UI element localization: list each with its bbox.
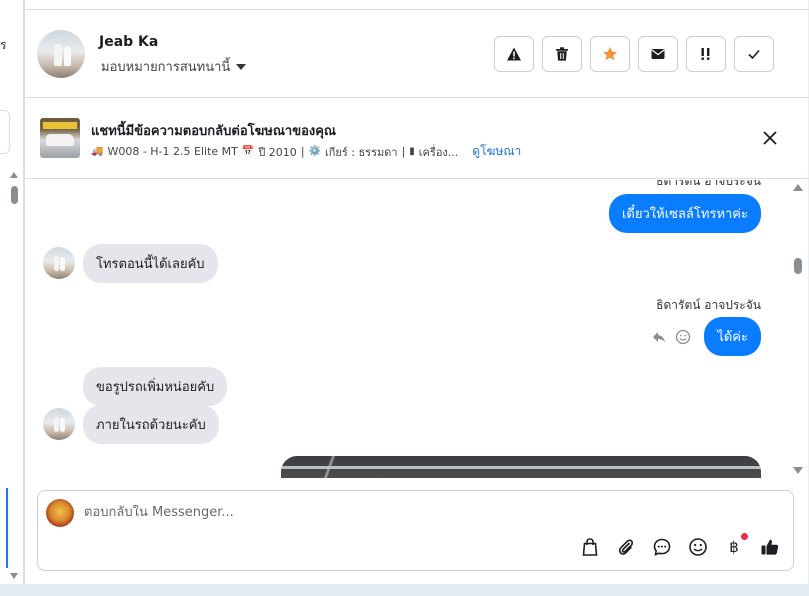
ad-engine: เครื่อง... [418,145,459,159]
reply-input[interactable] [84,505,764,520]
scrollbar-thumb[interactable] [794,258,802,274]
spam-button[interactable] [686,36,726,72]
attach-button[interactable] [616,537,636,557]
star-button[interactable] [590,36,630,72]
message-composer: ฿ [37,490,794,571]
spam-icon [701,48,710,60]
emoji-button[interactable] [688,537,708,557]
contact-name[interactable]: Jeab Ka [99,34,158,50]
assign-label: มอบหมายการสนทนานี้ [101,60,231,75]
warning-icon [507,47,521,61]
paperclip-icon [618,539,633,555]
message-bubble-outgoing[interactable]: เดี๋ยวให้เซลล์โทรหาค่ะ [608,194,761,233]
contact-avatar-small [43,247,75,279]
sender-name: ธิดารัตน์ อาจประจัน [656,298,761,312]
message-bubble-outgoing[interactable]: ได้ค่ะ [704,317,761,356]
sender-name: ธิดารัตน์ อาจประจัน [656,180,761,188]
chat-panel: Jeab Ka มอบหมายการสนทนานี้ แชทนี้มีข้อคว… [24,0,809,584]
report-button[interactable] [494,36,534,72]
ad-details: 🚚 W008 - H-1 2.5 Elite MT 📅 ปี 2010 | ⚙️… [91,142,521,161]
ad-gear: เกียร์ : ธรรมดา [324,145,398,159]
calendar-icon: 📅 [241,146,255,157]
message-thread: ธิดารัตน์ อาจประจัน เดี๋ยวให้เซลล์โทรหาค… [25,180,809,478]
ad-reply-banner: แชทนี้มีข้อความตอบกลับต่อโฆษณาของคุณ 🚚 W… [25,99,809,179]
ad-thumbnail[interactable] [40,118,80,158]
payment-button[interactable]: ฿ [724,533,748,557]
check-icon [748,49,760,60]
scroll-down-arrow-icon[interactable] [10,573,18,579]
chat-bubble-icon [653,538,671,556]
baht-icon: ฿ [729,538,739,556]
page-avatar [46,499,74,527]
saved-replies-button[interactable] [652,537,672,557]
composer-tools: ฿ [580,533,780,557]
thumbs-up-icon [761,539,779,555]
engine-icon: ▮ [409,146,415,157]
ad-model: W008 - H-1 2.5 Elite MT [107,145,238,158]
view-ad-link[interactable]: ดูโฆษณา [472,142,521,161]
scroll-down-arrow-icon[interactable] [793,467,803,474]
header-actions [494,36,774,72]
ad-banner-title: แชทนี้มีข้อความตอบกลับต่อโฆษณาของคุณ [91,124,336,139]
truck-icon: 🚚 [91,146,104,157]
emoji-react-icon[interactable] [675,329,691,345]
shopping-bag-icon [582,538,598,556]
separator: | [300,145,305,158]
truncated-text: ร [0,38,7,52]
assign-conversation-dropdown[interactable]: มอบหมายการสนทนานี้ [101,56,247,77]
chat-header: Jeab Ka มอบหมายการสนทนานี้ [25,10,809,98]
conversation-list-panel: ร [0,0,24,596]
scrollbar-thumb[interactable] [11,186,18,204]
done-button[interactable] [734,36,774,72]
ad-year: ปี 2010 [258,145,297,159]
mail-icon [651,49,665,59]
message-bubble-incoming[interactable]: โทรตอนนี้ได้เลยคับ [83,244,218,283]
scroll-up-arrow-icon[interactable] [10,172,18,178]
message-photo[interactable] [281,456,761,478]
page-footer-band [0,584,809,596]
message-bubble-incoming[interactable]: ขอรูปรถเพิ่มหน่อยคับ [83,367,228,406]
star-icon [603,47,617,61]
active-indicator [6,488,8,568]
message-tools [651,329,691,345]
trash-icon [556,47,568,61]
close-icon[interactable] [761,129,779,147]
caret-down-icon [236,63,247,70]
notification-dot [741,533,748,540]
delete-button[interactable] [542,36,582,72]
contact-avatar[interactable] [37,30,85,78]
contact-avatar-small [43,408,75,440]
scroll-up-arrow-icon[interactable] [793,184,803,191]
smiley-icon [689,538,707,556]
gear-icon: ⚙️ [308,146,321,157]
mark-unread-button[interactable] [638,36,678,72]
separator: | [401,145,406,158]
message-bubble-incoming[interactable]: ภายในรถด้วยนะคับ [83,405,219,444]
shopping-bag-button[interactable] [580,537,600,557]
like-button[interactable] [760,537,780,557]
list-item-card[interactable] [0,110,10,154]
reply-icon[interactable] [651,329,667,345]
